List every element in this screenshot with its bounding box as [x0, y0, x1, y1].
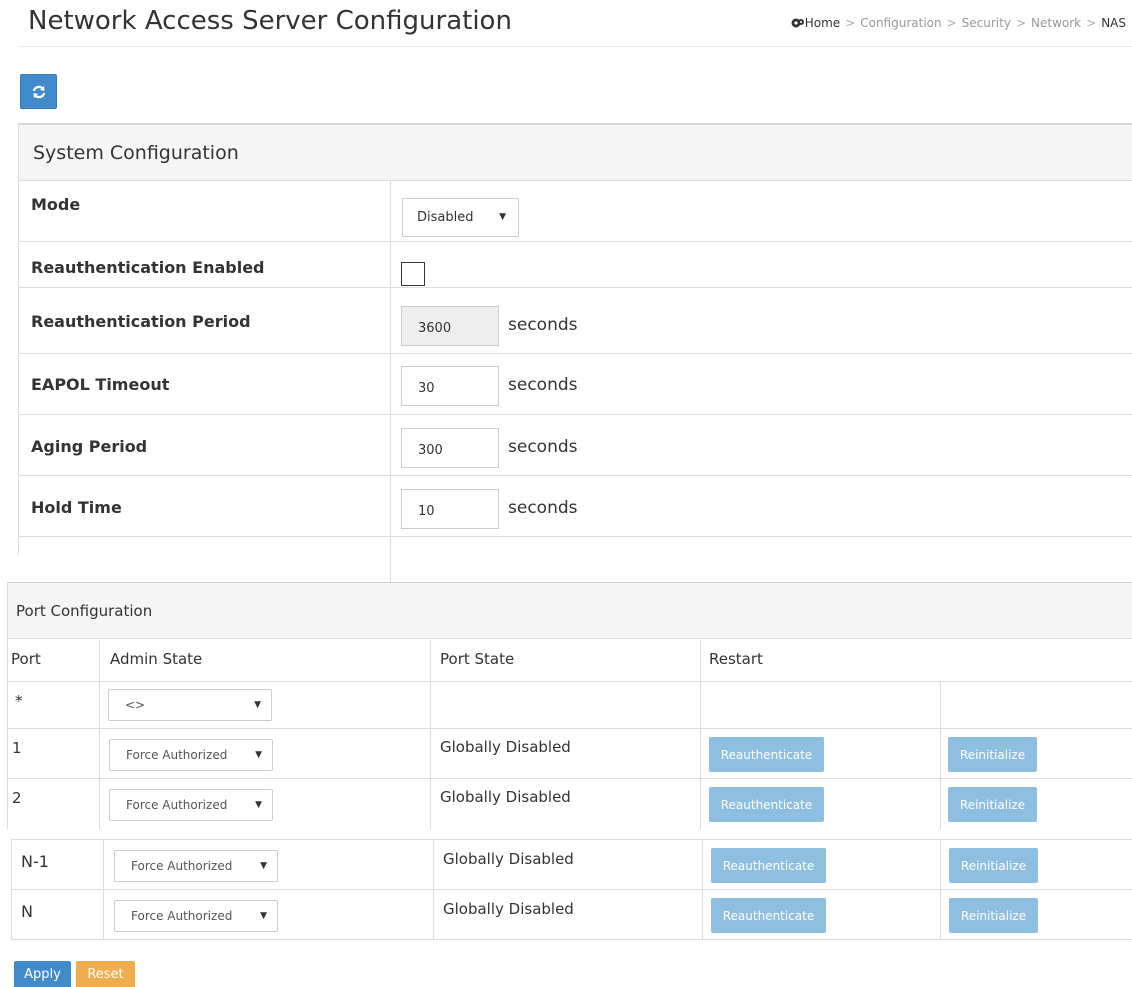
refresh-icon	[32, 85, 45, 98]
mode-row: Mode Disabled ▼	[19, 181, 1132, 242]
aging-period-input[interactable]: 300	[401, 428, 499, 468]
page-title: Network Access Server Configuration	[28, 6, 512, 36]
refresh-button[interactable]	[20, 74, 57, 109]
port-cell: 2	[12, 789, 22, 807]
aging-period-unit: seconds	[508, 437, 578, 457]
reinitialize-button[interactable]: Reinitialize	[948, 737, 1037, 772]
port-cell: N	[21, 902, 33, 921]
dropdown-arrow-icon: ▼	[260, 861, 267, 871]
system-configuration-spacer-row	[19, 537, 1132, 583]
admin-state-select-value: Force Authorized	[131, 909, 233, 923]
reinitialize-button[interactable]: Reinitialize	[948, 787, 1037, 822]
eapol-timeout-input[interactable]: 30	[401, 366, 499, 406]
reauthenticate-button[interactable]: Reauthenticate	[709, 787, 824, 822]
aging-period-row: Aging Period 300 seconds	[19, 415, 1132, 476]
hold-time-label: Hold Time	[31, 498, 122, 517]
breadcrumb-item-network[interactable]: Network	[1031, 16, 1081, 30]
reauthenticate-button[interactable]: Reauthenticate	[711, 898, 826, 933]
breadcrumb-item-nas: NAS	[1101, 16, 1126, 30]
breadcrumb-item-security[interactable]: Security	[962, 16, 1011, 30]
port-state-cell: Globally Disabled	[440, 788, 571, 806]
dropdown-arrow-icon: ▼	[255, 800, 262, 810]
port-cell: N-1	[21, 852, 49, 871]
home-icon	[791, 18, 804, 28]
admin-state-select[interactable]: Force Authorized ▼	[109, 789, 273, 821]
reauthentication-enabled-row: Reauthentication Enabled	[19, 242, 1132, 288]
admin-state-select[interactable]: Force Authorized ▼	[114, 900, 278, 932]
hold-time-unit: seconds	[508, 498, 578, 518]
table-row: N Force Authorized ▼ Globally Disabled R…	[12, 890, 1132, 940]
admin-state-select[interactable]: Force Authorized ▼	[114, 850, 278, 882]
dropdown-arrow-icon: ▼	[499, 212, 506, 222]
port-cell: *	[15, 692, 23, 710]
breadcrumb-separator: >	[1086, 16, 1097, 30]
table-row: * <> ▼	[8, 682, 1132, 729]
table-row: N-1 Force Authorized ▼ Globally Disabled…	[12, 840, 1132, 890]
system-configuration-panel: System Configuration Mode Disabled ▼ Rea…	[18, 123, 1132, 583]
breadcrumb: Home > Configuration > Security > Networ…	[791, 16, 1126, 30]
reauthentication-period-unit: seconds	[508, 315, 578, 335]
port-configuration-panel-continued: N-1 Force Authorized ▼ Globally Disabled…	[11, 839, 1132, 940]
port-state-cell: Globally Disabled	[443, 900, 574, 918]
admin-state-select-value: <>	[125, 698, 146, 712]
mode-label: Mode	[31, 195, 81, 214]
breadcrumb-item-configuration[interactable]: Configuration	[860, 16, 941, 30]
reset-button[interactable]: Reset	[76, 961, 135, 987]
breadcrumb-home-label: Home	[804, 16, 841, 30]
dropdown-arrow-icon: ▼	[260, 911, 267, 921]
port-table-header-row: Port Admin State Port State Restart	[8, 640, 1132, 682]
eapol-timeout-unit: seconds	[508, 375, 578, 395]
admin-state-select-value: Force Authorized	[126, 748, 228, 762]
breadcrumb-separator: >	[845, 16, 856, 30]
port-column-header: Port	[11, 650, 41, 668]
reauthentication-enabled-checkbox[interactable]	[401, 262, 425, 286]
port-configuration-panel: Port Configuration Port Admin State Port…	[7, 582, 1132, 829]
hold-time-row: Hold Time 10 seconds	[19, 476, 1132, 537]
aging-period-label: Aging Period	[31, 437, 148, 456]
reinitialize-button[interactable]: Reinitialize	[949, 898, 1038, 933]
mode-select[interactable]: Disabled ▼	[402, 198, 519, 237]
port-cell: 1	[12, 739, 22, 757]
admin-state-select-value: Force Authorized	[131, 859, 233, 873]
reinitialize-button[interactable]: Reinitialize	[949, 848, 1038, 883]
port-state-cell: Globally Disabled	[443, 850, 574, 868]
reauthenticate-button[interactable]: Reauthenticate	[709, 737, 824, 772]
admin-state-select[interactable]: Force Authorized ▼	[109, 739, 273, 771]
apply-button[interactable]: Apply	[14, 961, 71, 987]
admin-state-select-value: Force Authorized	[126, 798, 228, 812]
breadcrumb-home[interactable]: Home	[791, 16, 840, 30]
dropdown-arrow-icon: ▼	[254, 700, 261, 710]
system-configuration-title: System Configuration	[19, 125, 1132, 181]
eapol-timeout-label: EAPOL Timeout	[31, 375, 170, 394]
dropdown-arrow-icon: ▼	[255, 750, 262, 760]
reauthenticate-button[interactable]: Reauthenticate	[711, 848, 826, 883]
admin-state-column-header: Admin State	[110, 650, 203, 668]
reauthentication-enabled-label: Reauthentication Enabled	[31, 258, 265, 277]
breadcrumb-separator: >	[946, 16, 957, 30]
table-row: 1 Force Authorized ▼ Globally Disabled R…	[8, 729, 1132, 779]
restart-column-header: Restart	[709, 650, 763, 668]
reauthentication-period-label: Reauthentication Period	[31, 312, 251, 331]
header-divider	[18, 46, 1132, 47]
port-state-column-header: Port State	[440, 650, 515, 668]
hold-time-input[interactable]: 10	[401, 489, 499, 529]
table-row: 2 Force Authorized ▼ Globally Disabled R…	[8, 779, 1132, 829]
reauthentication-period-row: Reauthentication Period 3600 seconds	[19, 288, 1132, 354]
port-configuration-title: Port Configuration	[8, 583, 1132, 639]
breadcrumb-separator: >	[1015, 16, 1027, 30]
port-state-cell: Globally Disabled	[440, 738, 571, 756]
reauthentication-period-input: 3600	[401, 306, 499, 346]
eapol-timeout-row: EAPOL Timeout 30 seconds	[19, 354, 1132, 415]
mode-select-value: Disabled	[417, 210, 474, 225]
admin-state-select-all[interactable]: <> ▼	[108, 689, 272, 721]
